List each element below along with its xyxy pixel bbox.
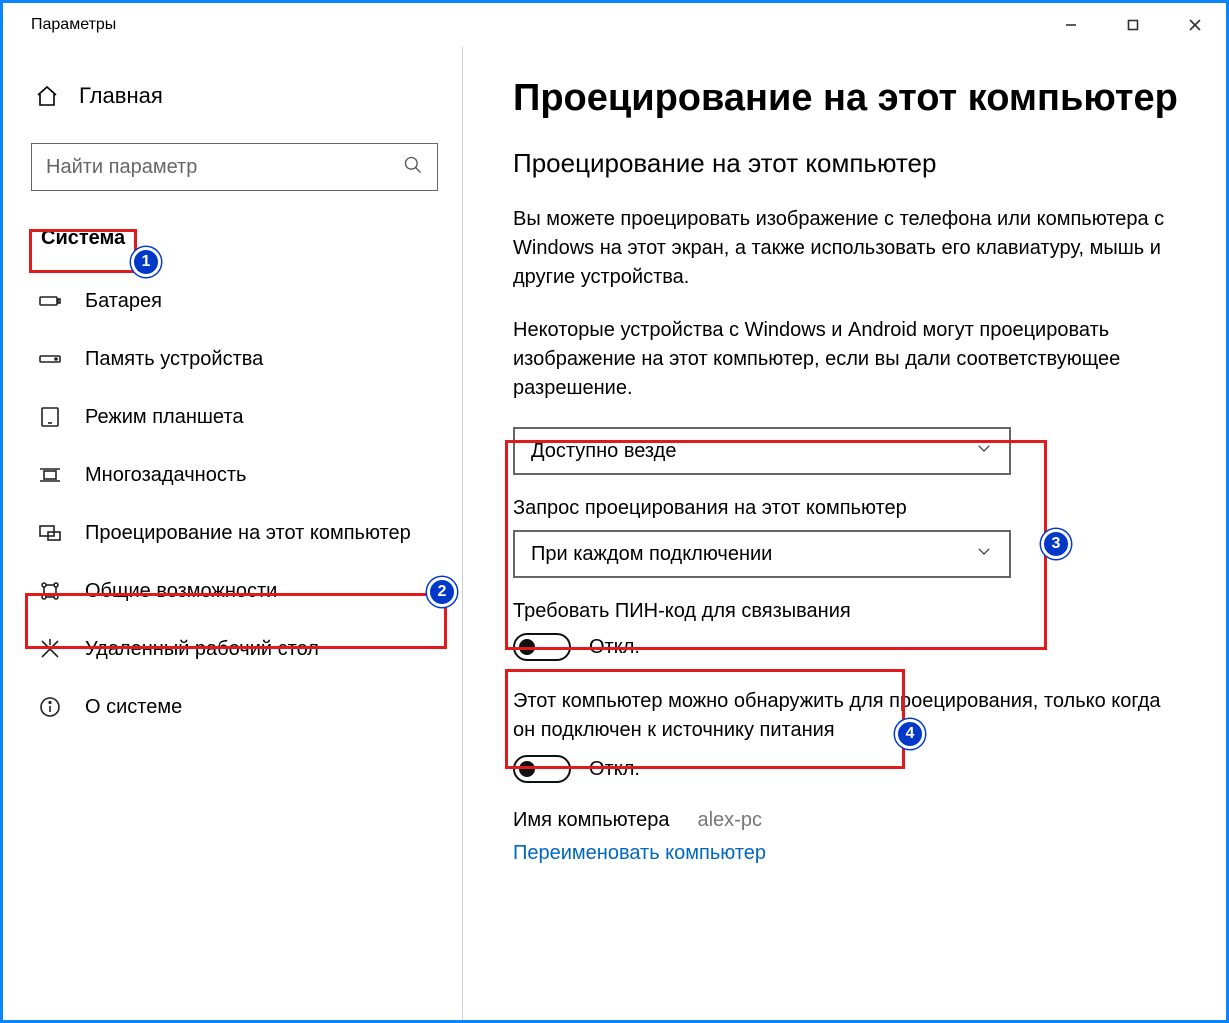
- window-controls: [1040, 3, 1226, 47]
- chevron-down-icon: [975, 439, 993, 463]
- pin-label: Требовать ПИН-код для связывания: [513, 600, 1186, 623]
- ask-label: Запрос проецирования на этот компьютер: [513, 497, 1186, 520]
- storage-icon: [37, 346, 63, 372]
- sidebar-item-multitasking[interactable]: Многозадачность: [31, 446, 438, 504]
- sidebar-item-about[interactable]: О системе: [31, 678, 438, 736]
- power-label: Этот компьютер можно обнаружить для прое…: [513, 687, 1173, 745]
- sidebar-nav: Батарея Память устройства Режим планшета…: [31, 272, 438, 736]
- dropdown-value: Доступно везде: [531, 440, 676, 463]
- search-input[interactable]: Найти параметр: [31, 143, 438, 191]
- chevron-down-icon: [975, 542, 993, 566]
- sidebar-category[interactable]: Система: [31, 219, 135, 258]
- search-placeholder: Найти параметр: [46, 156, 403, 179]
- annotation-badge-3: 3: [1041, 529, 1071, 559]
- annotation-badge-4: 4: [895, 719, 925, 749]
- sidebar-item-label: О системе: [85, 696, 182, 719]
- sidebar-item-label: Память устройства: [85, 348, 263, 371]
- sidebar: Главная Найти параметр Система Батарея П…: [3, 47, 463, 1020]
- page-title: Проецирование на этот компьютер: [513, 77, 1186, 120]
- remote-icon: [37, 636, 63, 662]
- sidebar-home[interactable]: Главная: [31, 77, 438, 115]
- annotation-badge-1: 1: [131, 247, 161, 277]
- main-content: Проецирование на этот компьютер Проециро…: [463, 47, 1226, 1020]
- pin-toggle[interactable]: [513, 633, 571, 661]
- info-icon: [37, 694, 63, 720]
- annotation-badge-2: 2: [427, 577, 457, 607]
- titlebar: Параметры: [3, 3, 1226, 47]
- search-icon: [403, 155, 423, 180]
- maximize-button[interactable]: [1102, 3, 1164, 47]
- minimize-button[interactable]: [1040, 3, 1102, 47]
- pcname-label: Имя компьютера: [513, 809, 669, 832]
- sidebar-item-label: Общие возможности: [85, 580, 277, 603]
- power-toggle-state: Откл.: [589, 758, 640, 781]
- window-title: Параметры: [31, 16, 116, 34]
- multitasking-icon: [37, 462, 63, 488]
- sidebar-item-remote[interactable]: Удаленный рабочий стол: [31, 620, 438, 678]
- battery-icon: [37, 288, 63, 314]
- sidebar-item-label: Проецирование на этот компьютер: [85, 522, 411, 545]
- tablet-icon: [37, 404, 63, 430]
- sidebar-item-storage[interactable]: Память устройства: [31, 330, 438, 388]
- project-icon: [37, 520, 63, 546]
- sidebar-item-label: Удаленный рабочий стол: [85, 638, 319, 661]
- sidebar-item-shared[interactable]: Общие возможности: [31, 562, 438, 620]
- sidebar-item-label: Многозадачность: [85, 464, 246, 487]
- sidebar-item-tablet[interactable]: Режим планшета: [31, 388, 438, 446]
- sidebar-item-label: Режим планшета: [85, 406, 243, 429]
- sidebar-item-projecting[interactable]: Проецирование на этот компьютер: [31, 504, 438, 562]
- description-1: Вы можете проецировать изображение с тел…: [513, 205, 1173, 292]
- power-toggle[interactable]: [513, 755, 571, 783]
- dropdown-value: При каждом подключении: [531, 543, 772, 566]
- close-button[interactable]: [1164, 3, 1226, 47]
- sidebar-item-label: Батарея: [85, 290, 162, 313]
- description-2: Некоторые устройства с Windows и Android…: [513, 316, 1173, 403]
- pcname-value: alex-pc: [697, 809, 761, 832]
- availability-dropdown[interactable]: Доступно везде: [513, 427, 1011, 475]
- sidebar-item-battery[interactable]: Батарея: [31, 272, 438, 330]
- rename-link[interactable]: Переименовать компьютер: [513, 842, 766, 865]
- ask-dropdown[interactable]: При каждом подключении: [513, 530, 1011, 578]
- sidebar-home-label: Главная: [79, 83, 163, 109]
- section-subtitle: Проецирование на этот компьютер: [513, 148, 1186, 179]
- shared-icon: [37, 578, 63, 604]
- home-icon: [35, 84, 59, 108]
- pin-toggle-state: Откл.: [589, 636, 640, 659]
